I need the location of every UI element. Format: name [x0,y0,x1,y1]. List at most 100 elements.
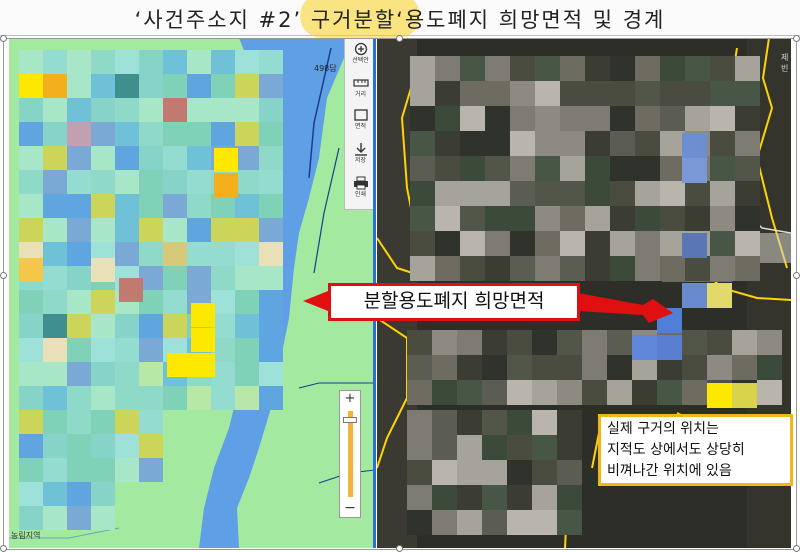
mosaic-tile [163,218,187,242]
mosaic-tile [91,410,115,434]
mosaic-tile [235,386,259,410]
resize-handle[interactable] [793,35,800,42]
sat-mosaic-tile [535,181,560,206]
zoom-slider-track[interactable] [348,411,353,497]
tool-select-button[interactable]: 선택안 [347,40,374,74]
mosaic-tile [235,266,259,290]
sat-mosaic-tile [710,231,735,256]
mosaic-tile [187,170,211,194]
mosaic-tile [235,122,259,146]
mosaic-tile [139,338,163,362]
mosaic-tile [115,146,139,170]
sat-mosaic-tile [735,106,760,131]
sat-mosaic-tile [410,81,435,106]
sat-mosaic-tile [557,460,582,485]
sat-mosaic-tile [410,206,435,231]
sat-mosaic-tile [460,81,485,106]
sat-mosaic-tile [510,231,535,256]
zoom-slider-thumb[interactable] [343,417,357,424]
sat-mosaic-tile [710,56,735,81]
sat-mosaic-tile [410,181,435,206]
sat-mosaic-tile [507,435,532,460]
mosaic-tile [163,146,187,170]
mosaic-tile [115,218,139,242]
mosaic-tile [139,386,163,410]
sat-mosaic-tile [460,56,485,81]
mosaic-tile-highlight [214,173,238,197]
resize-handle[interactable] [396,35,403,42]
mosaic-tile [91,98,115,122]
mosaic-tile [43,482,67,506]
mosaic-tile [235,194,259,218]
sat-mosaic-tile [660,181,685,206]
mosaic-tile [187,122,211,146]
mosaic-tile [259,170,283,194]
sat-mosaic-tile-highlight [682,283,707,308]
mosaic-tile [235,218,259,242]
tool-label: 선택안 [352,57,369,64]
sat-mosaic-tile [485,131,510,156]
mosaic-tile [91,506,115,530]
sat-mosaic-tile [735,181,760,206]
zoom-out-button[interactable]: − [340,501,360,517]
title-bar: ‘사건주소지 #2’ 구거분할‘용도폐지 희망면적 및 경계 [0,0,800,38]
sat-mosaic-tile [732,330,757,355]
sat-mosaic-tile [485,256,510,281]
tool-area-button[interactable]: 면적 [347,106,374,140]
mosaic-tile [211,386,235,410]
resize-handle[interactable] [793,272,800,279]
mosaic-tile [43,146,67,170]
mosaic-tile [67,458,91,482]
mosaic-tile [259,386,283,410]
sat-mosaic-tile [685,181,710,206]
tool-save-button[interactable]: 저장 [347,140,374,174]
mosaic-tile [43,74,67,98]
sat-mosaic-tile [435,131,460,156]
sat-mosaic-tile [407,330,432,355]
sat-mosaic-tile [407,435,432,460]
sat-mosaic-tile [407,355,432,380]
sat-mosaic-tile [535,81,560,106]
mosaic-tile [67,218,91,242]
sat-mosaic-tile [635,81,660,106]
resize-handle[interactable] [0,272,7,279]
sat-mosaic-tile [435,181,460,206]
map-toolbar: 선택안 거리 면적 저장 인쇄 [344,38,375,210]
sat-mosaic-tile [435,256,460,281]
sat-mosaic-tile [410,231,435,256]
sat-mosaic-tile [535,106,560,131]
sat-mosaic-tile [507,355,532,380]
resize-handle[interactable] [793,545,800,552]
resize-handle[interactable] [0,545,7,552]
mosaic-tile-highlight [191,353,215,377]
mosaic-tile [235,362,259,386]
mosaic-tile [259,98,283,122]
sat-mosaic-tile [610,206,635,231]
tool-print-button[interactable]: 인쇄 [347,174,374,208]
sat-mosaic-tile [460,106,485,131]
mosaic-tile [115,386,139,410]
mosaic-tile [139,98,163,122]
sat-mosaic-tile [757,380,782,405]
sat-mosaic-tile [432,510,457,535]
mosaic-tile [19,98,43,122]
resize-handle[interactable] [0,35,7,42]
mosaic-tile [67,146,91,170]
sat-mosaic-tile [585,131,610,156]
mosaic-tile [19,386,43,410]
mosaic-tile-highlight [19,258,43,282]
sat-mosaic-tile [432,410,457,435]
sat-mosaic-tile [485,181,510,206]
sat-mosaic-tile [407,380,432,405]
mosaic-tile [19,290,43,314]
tool-distance-button[interactable]: 거리 [347,74,374,108]
mosaic-tile [211,266,235,290]
mosaic-tile [43,314,67,338]
sat-mosaic-tile [510,181,535,206]
zoom-in-button[interactable]: + [340,391,360,407]
sat-mosaic-tile [457,355,482,380]
mosaic-tile [67,314,91,338]
resize-handle[interactable] [396,545,403,552]
sat-mosaic-tile [707,355,732,380]
sat-mosaic-tile [457,330,482,355]
